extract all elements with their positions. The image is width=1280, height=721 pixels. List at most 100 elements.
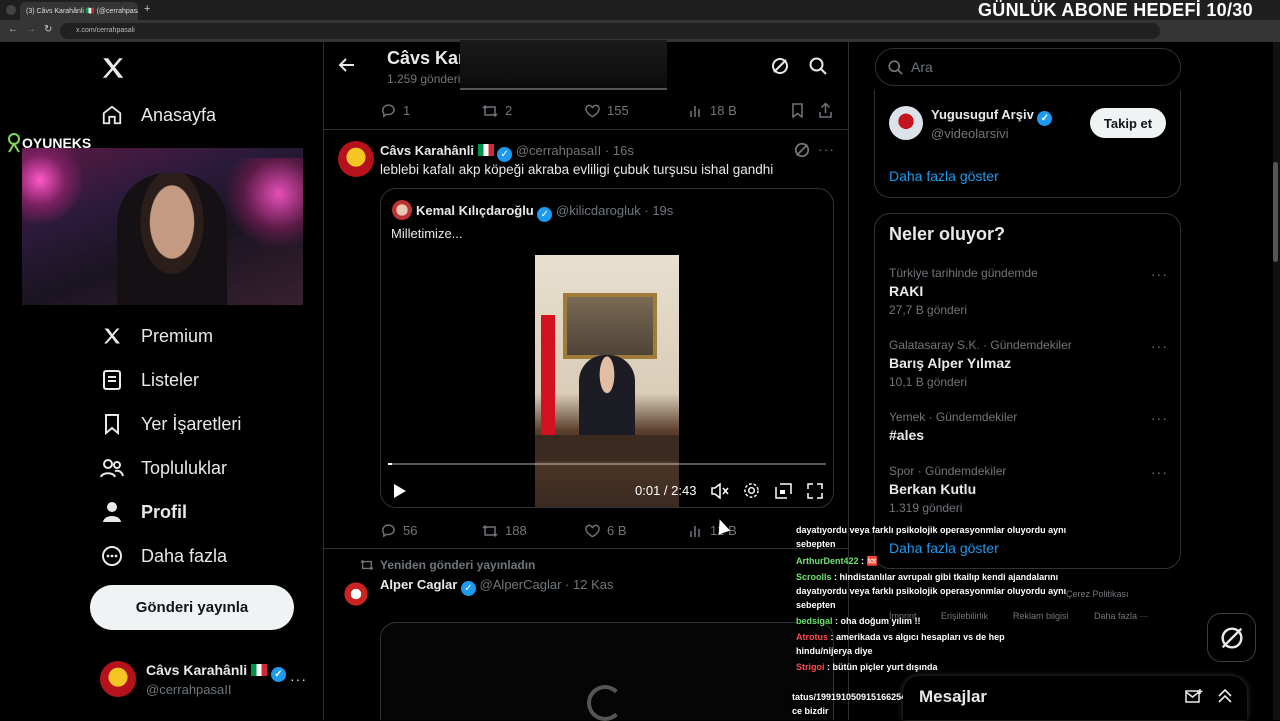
post-author-handle[interactable]: @cerrahpasaII [516,143,601,158]
reply-icon [382,104,395,118]
account-switcher[interactable] [100,661,136,697]
new-tab-icon[interactable]: + [144,3,150,15]
footer-link[interactable]: Erişilebilirlik [941,611,988,621]
repost-author-avatar[interactable] [338,576,374,612]
trend-title[interactable]: Barış Alper Yılmaz [889,355,1011,371]
trends-title: Neler oluyor? [889,224,1006,244]
suggested-user-avatar[interactable] [889,106,923,140]
communities-icon [100,456,124,480]
trend-title[interactable]: #ales [889,427,924,443]
chat-message: bedsigal : oha doğum yılım !! [796,616,921,626]
reply-button[interactable]: 56 [381,523,417,538]
post-button[interactable]: Gönderi yayınla [90,585,294,630]
repost-time[interactable]: 12 Kas [573,577,613,592]
x-logo-icon[interactable] [100,55,126,86]
grok-icon[interactable] [794,142,810,163]
forward-nav-icon[interactable]: → [26,24,36,35]
scrollbar-thumb[interactable] [1273,162,1278,262]
expand-chevron-icon[interactable] [1217,688,1233,709]
post-more-icon[interactable]: ··· [818,141,835,157]
picture-in-picture-icon[interactable] [775,483,792,504]
post-time[interactable]: 16s [613,143,634,158]
share-icon[interactable] [818,102,833,123]
separator-dot: · [644,203,649,218]
nav-premium[interactable]: Premium [100,321,213,351]
account-more-icon[interactable]: ··· [290,671,307,687]
back-nav-icon[interactable]: ← [8,24,18,35]
like-button[interactable]: 155 [585,103,629,118]
url-field[interactable]: x.com/cerrahpasali [60,23,1160,39]
search-icon[interactable] [809,57,827,80]
trend-more-icon[interactable]: ··· [1151,464,1168,480]
trend-title[interactable]: RAKI [889,283,923,299]
nav-label: Profil [141,501,188,522]
nav-communities[interactable]: Topluluklar [100,453,227,483]
play-icon[interactable] [393,483,407,504]
nav-home[interactable]: Anasayfa [100,100,216,130]
verified-icon: ✓ [1037,111,1053,126]
chat-text: hindu/nijerya diye [796,646,873,656]
trend-more-icon[interactable]: ··· [1151,338,1168,354]
grok-button[interactable] [1207,613,1256,662]
views-icon [690,105,700,117]
reply-button[interactable]: 1 [381,103,410,118]
trend-title[interactable]: Berkan Kutlu [889,481,976,497]
trend-meta: Yemek · Gündemdekiler [889,410,1018,424]
like-button[interactable]: 6 B [585,523,627,538]
quote-text: Milletimize... [391,226,463,241]
trend-more-icon[interactable]: ··· [1151,266,1168,282]
messages-drawer[interactable]: Mesajlar [903,676,1247,720]
fullscreen-icon[interactable] [807,483,823,504]
repost-label[interactable]: Yeniden gönderi yayınladın [380,558,535,572]
chat-message: hindu/nijerya diye [796,646,873,656]
divider [324,129,848,130]
scrollbar-track[interactable] [1273,42,1280,720]
nav-label: Listeler [141,369,200,390]
trend-more-icon[interactable]: ··· [1151,410,1168,426]
trend-count: 27,7 B gönderi [889,303,968,317]
mute-icon[interactable] [711,482,729,504]
chat-text: : amerikada vs algıcı hesapları vs de he… [830,632,1005,642]
grok-icon[interactable] [771,57,789,80]
repost-button[interactable]: 188 [482,523,527,538]
back-arrow-icon[interactable] [338,56,356,79]
repost-button[interactable]: 2 [482,103,512,118]
video-progress-track[interactable] [388,463,826,465]
nav-profile[interactable]: Profil [100,497,187,527]
suggested-user-name[interactable]: Yugusuguf Arşiv ✓ [931,107,1053,126]
grok-icon [1220,626,1243,649]
repost-author-name[interactable]: Alper Caglar [380,577,457,592]
column-border [323,42,324,720]
avatar [100,661,136,697]
new-message-icon[interactable] [1185,688,1203,709]
search-input[interactable]: Ara [875,48,1181,86]
repost-author-handle[interactable]: @AlperCaglar [480,577,562,592]
chat-text: : 🆘 [861,556,878,566]
video-player[interactable]: 0:01 / 2:43 [381,255,833,507]
settings-gear-icon[interactable] [743,482,760,504]
footer-link[interactable]: Daha fazla ··· [1094,611,1149,621]
heart-icon [585,524,600,537]
post-author-name[interactable]: Câvs Karahânli [380,143,474,158]
footer-link[interactable]: Reklam bilgisi [1013,611,1069,621]
repost-media[interactable] [380,622,834,721]
nav-bookmarks[interactable]: Yer İşaretleri [100,409,241,439]
views-icon [690,525,700,537]
footer-link[interactable]: Çerez Politikası [1066,589,1129,599]
reload-icon[interactable]: ↻ [44,24,52,35]
trend-count: 10,1 B gönderi [889,375,968,389]
post-text: leblebi kafalı akp köpeği akraba evlilig… [380,162,774,177]
post-author-avatar[interactable] [338,141,374,177]
show-more-follow-link[interactable]: Daha fazla göster [889,168,999,184]
show-more-trends-link[interactable]: Daha fazla göster [889,540,999,556]
like-count: 6 B [607,523,627,538]
browser-tab[interactable]: (3) Câvs Karahânli 🇮🇹 (@cerrahpasaII) / … [20,2,138,20]
suggested-user-handle: @videolarsivi [931,126,1009,141]
views-button[interactable]: 18 B [689,103,737,118]
nav-lists[interactable]: Listeler [100,365,199,395]
follow-button[interactable]: Takip et [1090,108,1166,138]
tab-menu-icon[interactable] [6,5,16,15]
cam-light [223,158,303,248]
nav-more[interactable]: Daha fazla [100,541,227,571]
bookmark-icon[interactable] [791,103,804,123]
